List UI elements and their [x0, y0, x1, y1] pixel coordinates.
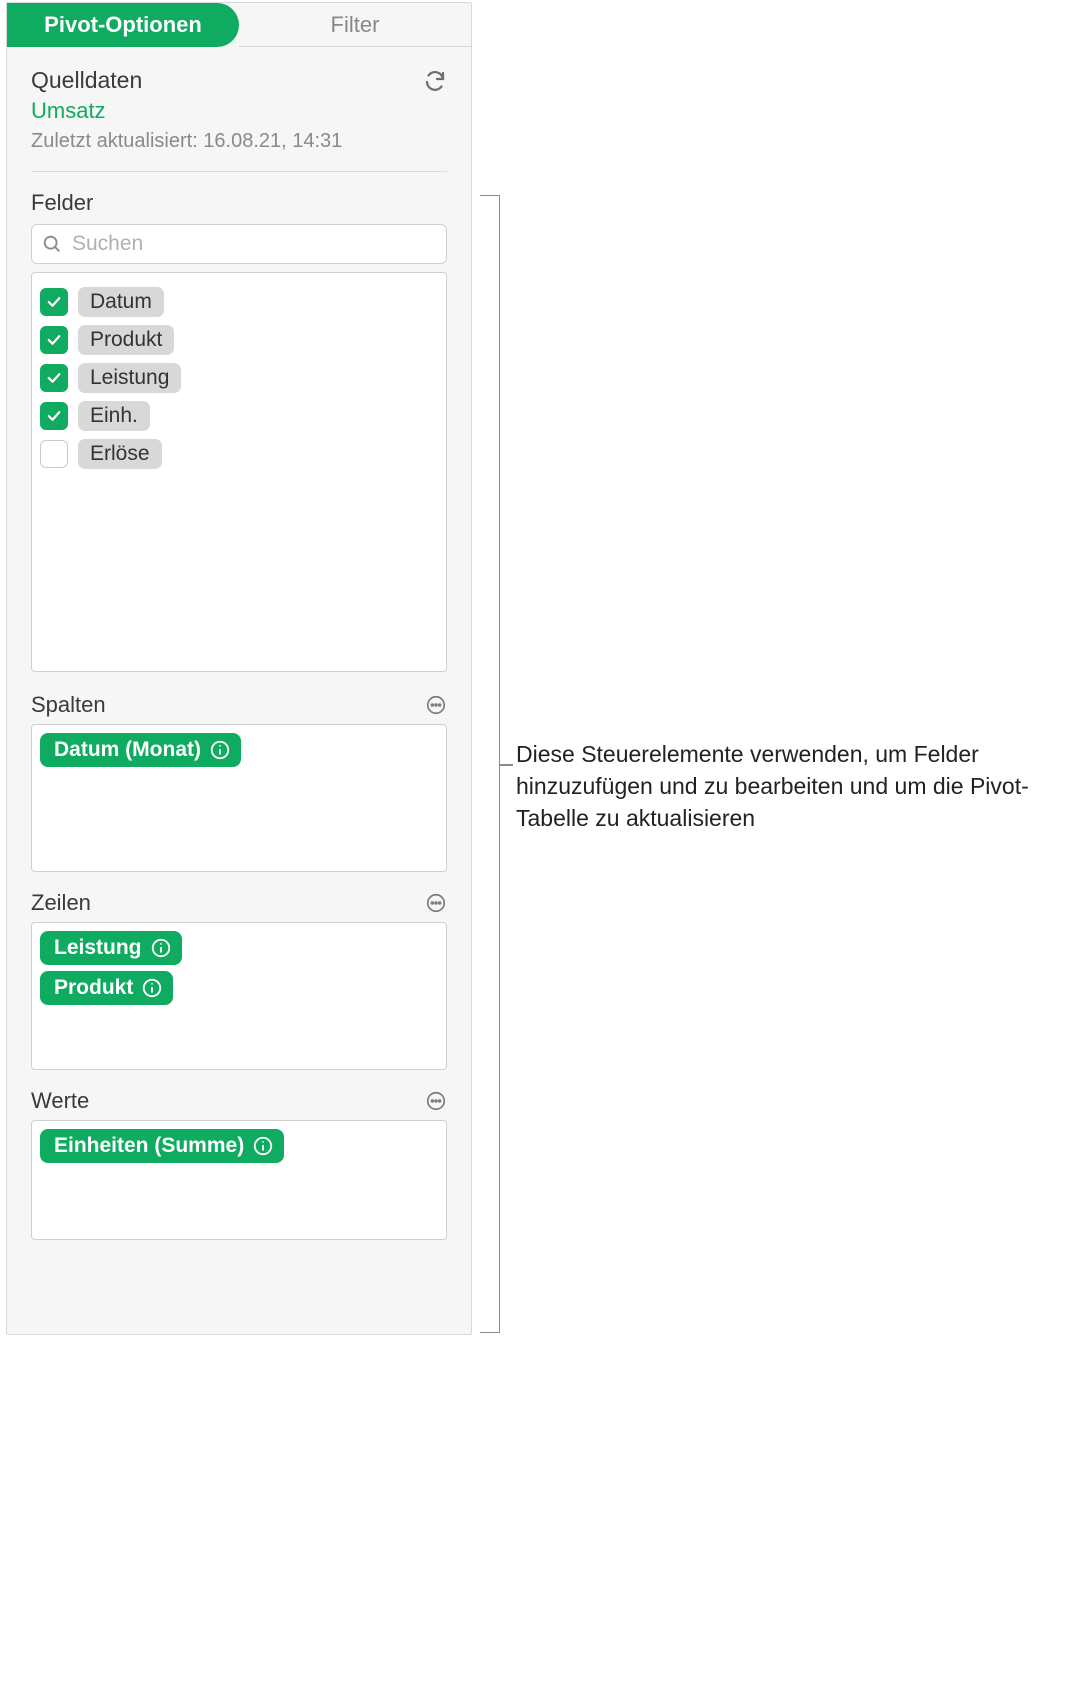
- columns-label: Spalten: [31, 692, 106, 718]
- tab-filter[interactable]: Filter: [239, 3, 471, 47]
- tab-filter-label: Filter: [331, 12, 380, 38]
- values-more-icon[interactable]: [425, 1090, 447, 1112]
- field-checkbox[interactable]: [40, 364, 68, 392]
- field-chip[interactable]: Produkt: [78, 325, 174, 355]
- field-chip[interactable]: Erlöse: [78, 439, 162, 469]
- field-row: Produkt: [40, 321, 438, 359]
- zone-chip-label: Produkt: [54, 976, 133, 1000]
- field-chip[interactable]: Datum: [78, 287, 164, 317]
- divider: [31, 171, 447, 172]
- source-data-heading: Quelldaten: [31, 67, 142, 94]
- zone-chip[interactable]: Produkt: [40, 971, 173, 1005]
- field-checkbox[interactable]: [40, 326, 68, 354]
- field-checkbox[interactable]: [40, 288, 68, 316]
- fields-label: Felder: [31, 190, 447, 216]
- values-label: Werte: [31, 1088, 89, 1114]
- field-chip[interactable]: Leistung: [78, 363, 181, 393]
- fields-list: Datum Produkt Leistung Einh. Erlöse: [31, 272, 447, 672]
- tab-pivot-options[interactable]: Pivot-Optionen: [7, 3, 239, 47]
- callout-bracket-tick: [499, 764, 513, 766]
- callout-bracket: [480, 195, 500, 1333]
- zone-chip[interactable]: Leistung: [40, 931, 182, 965]
- field-checkbox[interactable]: [40, 440, 68, 468]
- tab-pivot-options-label: Pivot-Optionen: [44, 12, 202, 38]
- callout-text: Diese Steuerelemente verwenden, um Felde…: [516, 738, 1076, 835]
- rows-label: Zeilen: [31, 890, 91, 916]
- source-name[interactable]: Umsatz: [31, 98, 447, 124]
- columns-drop-zone[interactable]: Datum (Monat): [31, 724, 447, 872]
- field-row: Erlöse: [40, 435, 438, 473]
- pivot-options-panel: Pivot-Optionen Filter Quelldaten Umsatz …: [6, 2, 472, 1335]
- zone-chip-label: Datum (Monat): [54, 738, 201, 762]
- zone-chip-label: Einheiten (Summe): [54, 1134, 244, 1158]
- fields-search-input[interactable]: [31, 224, 447, 264]
- rows-drop-zone[interactable]: Leistung Produkt: [31, 922, 447, 1070]
- zone-chip-label: Leistung: [54, 936, 142, 960]
- refresh-icon[interactable]: [423, 69, 447, 93]
- tabs: Pivot-Optionen Filter: [7, 3, 471, 47]
- field-row: Einh.: [40, 397, 438, 435]
- field-chip[interactable]: Einh.: [78, 401, 150, 431]
- field-row: Datum: [40, 283, 438, 321]
- values-drop-zone[interactable]: Einheiten (Summe): [31, 1120, 447, 1240]
- field-row: Leistung: [40, 359, 438, 397]
- zone-chip[interactable]: Einheiten (Summe): [40, 1129, 284, 1163]
- field-checkbox[interactable]: [40, 402, 68, 430]
- columns-more-icon[interactable]: [425, 694, 447, 716]
- last-updated: Zuletzt aktualisiert: 16.08.21, 14:31: [31, 130, 447, 153]
- rows-more-icon[interactable]: [425, 892, 447, 914]
- zone-chip[interactable]: Datum (Monat): [40, 733, 241, 767]
